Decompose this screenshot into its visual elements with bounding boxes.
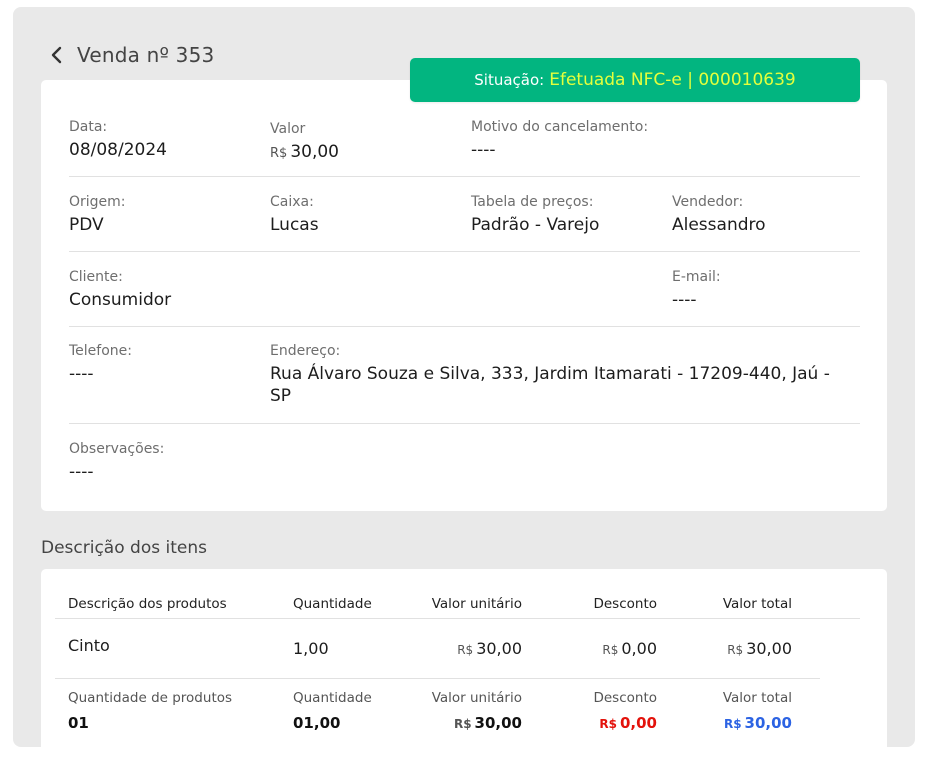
totals-valor-unitario: R$ 30,00: [402, 714, 522, 732]
row-desconto: R$ 0,00: [537, 639, 657, 658]
currency-symbol: R$: [453, 717, 472, 731]
page-header: Venda nº 353: [45, 43, 214, 67]
column-header-valor-unitario: Valor unitário: [431, 596, 522, 612]
divider: [69, 251, 860, 252]
totals-desconto: R$ 0,00: [537, 714, 657, 732]
email-label: E-mail:: [672, 269, 721, 285]
cliente-value: Consumidor: [69, 290, 172, 310]
caixa-label: Caixa:: [270, 194, 314, 210]
origem-label: Origem:: [69, 194, 126, 210]
totals-valor-total: R$ 30,00: [672, 714, 792, 732]
status-value: Efetuada NFC-e | 000010639: [549, 70, 796, 90]
field-caixa: Caixa: Lucas: [270, 193, 319, 236]
totals-label-valor-total: Valor total: [722, 690, 792, 706]
motivo-value: ----: [471, 140, 496, 160]
divider: [69, 326, 860, 327]
field-vendedor: Vendedor: Alessandro: [672, 193, 766, 236]
valor-label: Valor: [270, 121, 306, 137]
row-desconto-value: 0,00: [621, 639, 657, 658]
tabela-value: Padrão - Varejo: [471, 215, 600, 235]
totals-label-quantidade-produtos: Quantidade de produtos: [68, 690, 233, 706]
sale-details-card: Data: 08/08/2024 Valor R$ 30,00 Motivo do…: [41, 80, 887, 511]
column-header-valor-total: Valor total: [722, 596, 792, 612]
currency-symbol: R$: [723, 717, 742, 731]
field-endereco: Endereço: Rua Álvaro Souza e Silva, 333,…: [270, 342, 850, 407]
telefone-label: Telefone:: [69, 343, 132, 359]
field-origem: Origem: PDV: [69, 193, 126, 236]
column-header-desconto: Desconto: [593, 596, 657, 612]
endereco-value: Rua Álvaro Souza e Silva, 333, Jardim It…: [270, 364, 830, 406]
column-header-produtos: Descrição dos produtos: [68, 596, 227, 612]
currency-symbol: R$: [727, 643, 744, 657]
field-observacoes: Observações: ----: [69, 440, 164, 483]
column-header-quantidade: Quantidade: [293, 596, 372, 612]
totals-desconto-value: 0,00: [619, 714, 657, 732]
valor-value: 30,00: [290, 142, 339, 162]
row-produto: Cinto: [68, 636, 110, 655]
data-value: 08/08/2024: [69, 140, 167, 160]
status-label: Situação:: [474, 71, 545, 89]
observacoes-value: ----: [69, 462, 94, 482]
tabela-label: Tabela de preços:: [471, 194, 594, 210]
divider: [69, 423, 860, 424]
items-section-title: Descrição dos itens: [41, 538, 207, 558]
field-tabela: Tabela de preços: Padrão - Varejo: [471, 193, 599, 236]
telefone-value: ----: [69, 364, 94, 384]
totals-label-quantidade: Quantidade: [293, 690, 372, 706]
status-badge: Situação: Efetuada NFC-e | 000010639: [410, 58, 860, 102]
email-value: ----: [672, 290, 697, 310]
row-valor-unitario: R$ 30,00: [402, 639, 522, 658]
row-valor-total: R$ 30,00: [672, 639, 792, 658]
field-email: E-mail: ----: [672, 268, 721, 311]
currency-symbol: R$: [602, 643, 619, 657]
data-label: Data:: [69, 119, 108, 135]
valor-value-wrap: R$ 30,00: [270, 141, 339, 165]
cliente-label: Cliente:: [69, 269, 123, 285]
row-quantidade: 1,00: [293, 639, 329, 658]
back-arrow-icon[interactable]: [45, 43, 67, 67]
divider: [55, 678, 820, 679]
field-valor: Valor R$ 30,00: [270, 120, 339, 165]
observacoes-label: Observações:: [69, 441, 165, 457]
currency-symbol: R$: [270, 146, 288, 161]
totals-label-valor-unitario: Valor unitário: [431, 690, 522, 706]
endereco-label: Endereço:: [270, 343, 341, 359]
origem-value: PDV: [69, 215, 104, 235]
totals-quantidade-produtos: 01: [68, 714, 89, 732]
row-valor-total-value: 30,00: [746, 639, 792, 658]
currency-symbol: R$: [599, 717, 617, 731]
field-motivo: Motivo do cancelamento: ----: [471, 118, 648, 161]
vendedor-label: Vendedor:: [672, 194, 744, 210]
totals-label-desconto: Desconto: [593, 690, 657, 706]
divider: [69, 176, 860, 177]
vendedor-value: Alessandro: [672, 215, 766, 235]
motivo-label: Motivo do cancelamento:: [471, 119, 649, 135]
field-cliente: Cliente: Consumidor: [69, 268, 171, 311]
currency-symbol: R$: [457, 643, 474, 657]
field-telefone: Telefone: ----: [69, 342, 132, 385]
items-card: Descrição dos produtos Quantidade Valor …: [41, 569, 887, 769]
totals-valor-unitario-value: 30,00: [474, 714, 522, 732]
row-valor-unitario-value: 30,00: [476, 639, 522, 658]
totals-quantidade: 01,00: [293, 714, 341, 732]
caixa-value: Lucas: [270, 215, 319, 235]
page-title: Venda nº 353: [77, 43, 215, 67]
field-data: Data: 08/08/2024: [69, 118, 167, 161]
divider: [55, 618, 860, 619]
totals-valor-total-value: 30,00: [744, 714, 792, 732]
